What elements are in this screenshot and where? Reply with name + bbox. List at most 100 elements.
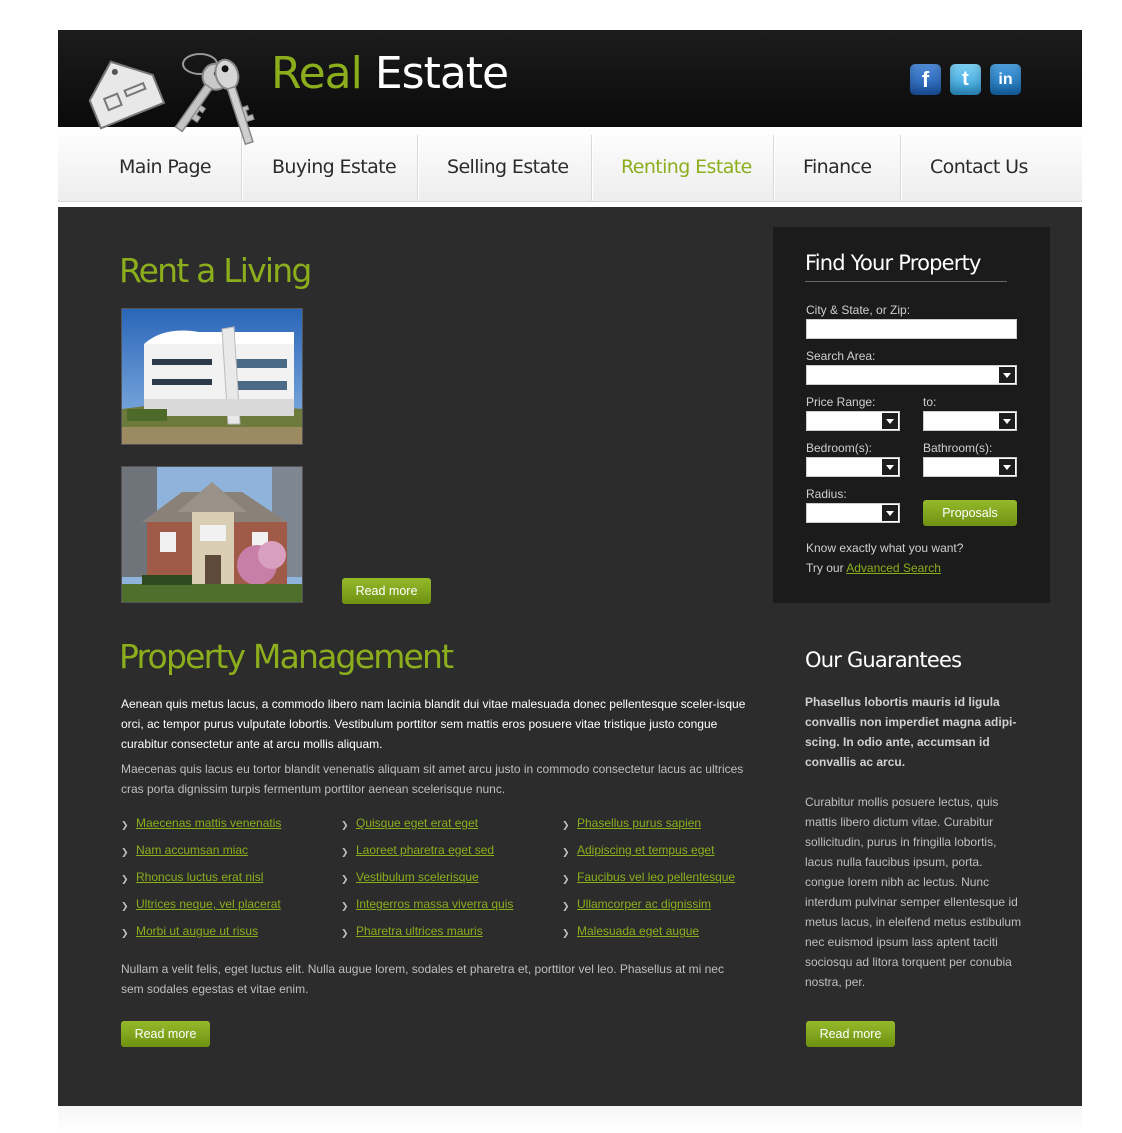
bathrooms-label: Bathroom(s):	[923, 441, 993, 455]
nav-contact-us[interactable]: Contact Us	[930, 127, 1028, 202]
linkedin-icon[interactable]: in	[990, 64, 1021, 95]
list-item: ❯ Malesuada eget augue	[562, 924, 735, 951]
arrow-right-icon: ❯	[121, 901, 129, 911]
list-item: ❯ Ultrices neque, vel placerat	[121, 897, 281, 924]
list-link[interactable]: Vestibulum scelerisque	[356, 870, 479, 884]
footer	[58, 1106, 1082, 1133]
twitter-icon[interactable]: t	[950, 64, 981, 95]
keys-logo-icon	[88, 53, 255, 146]
arrow-right-icon: ❯	[562, 901, 570, 911]
list-link[interactable]: Quisque eget erat eget	[356, 816, 478, 830]
list-item: ❯ Pharetra ultrices mauris	[341, 924, 513, 951]
arrow-right-icon: ❯	[341, 874, 349, 884]
city-label: City & State, or Zip:	[806, 303, 911, 317]
list-link[interactable]: Phasellus purus sapien	[577, 816, 701, 830]
link-column-3: ❯ Phasellus purus sapien ❯ Adipiscing et t…	[562, 816, 735, 951]
arrow-right-icon: ❯	[341, 928, 349, 938]
list-item: ❯ Laoreet pharetra eget sed	[341, 843, 513, 870]
find-note-text: Know exactly what you want?	[806, 541, 964, 555]
advanced-search-link[interactable]: Advanced Search	[846, 561, 941, 575]
logo-word-real: Real	[271, 48, 363, 99]
list-link[interactable]: Ullamcorper ac dignissim	[577, 897, 711, 911]
management-closing-text: Nullam a velit felis, eget luctus elit. …	[121, 962, 724, 996]
arrow-right-icon: ❯	[341, 901, 349, 911]
advanced-search-prefix: Try our	[806, 561, 844, 575]
logo-word-estate: Estate	[374, 48, 509, 99]
arrow-right-icon: ❯	[562, 820, 570, 830]
arrow-right-icon: ❯	[121, 820, 129, 830]
list-link[interactable]: Morbi ut augue ut risus	[136, 924, 258, 938]
list-link[interactable]: Nam accumsan miac	[136, 843, 248, 857]
advanced-search-line: Try our Advanced Search	[806, 561, 941, 575]
nav-separator	[900, 135, 901, 201]
rent-read-more-button[interactable]: Read more	[342, 578, 431, 604]
management-secondary-text: Maecenas quis lacus eu tortor blandit ve…	[121, 762, 744, 796]
rent-photo-brick-house[interactable]	[121, 466, 303, 603]
list-link[interactable]: Pharetra ultrices mauris	[356, 924, 483, 938]
price-max-select[interactable]	[923, 411, 1017, 431]
nav-renting-estate[interactable]: Renting Estate	[621, 127, 752, 202]
radius-select[interactable]	[806, 503, 900, 523]
guarantees-lead-text: Phasellus lobortis mauris id ligula conv…	[805, 695, 1017, 769]
chevron-down-icon	[999, 459, 1015, 475]
list-item: ❯ Morbi ut augue ut risus	[121, 924, 281, 951]
bathrooms-select[interactable]	[923, 457, 1017, 477]
list-item: ❯ Nam accumsan miac	[121, 843, 281, 870]
list-item: ❯ Faucibus vel leo pellentesque	[562, 870, 735, 897]
list-link[interactable]: Integerros massa viverra quis	[356, 897, 513, 911]
chevron-down-icon	[882, 413, 898, 429]
proposals-button[interactable]: Proposals	[923, 500, 1017, 526]
arrow-right-icon: ❯	[341, 820, 349, 830]
rent-photo-modern-house[interactable]	[121, 308, 303, 445]
list-link[interactable]: Faucibus vel leo pellentesque	[577, 870, 735, 884]
link-column-2: ❯ Quisque eget erat eget ❯ Laoreet pharetr…	[341, 816, 513, 951]
chevron-down-icon	[999, 413, 1015, 429]
site: Real Estate f t in Main Page Buying Esta…	[58, 30, 1082, 1107]
price-range-label: Price Range:	[806, 395, 876, 409]
list-link[interactable]: Rhoncus luctus erat nisl	[136, 870, 263, 884]
bedrooms-label: Bedroom(s):	[806, 441, 873, 455]
chevron-down-icon	[999, 367, 1015, 383]
chevron-down-icon	[882, 459, 898, 475]
list-link[interactable]: Ultrices neque, vel placerat	[136, 897, 281, 911]
list-link[interactable]: Laoreet pharetra eget sed	[356, 843, 494, 857]
price-to-label: to:	[923, 395, 937, 409]
list-item: ❯ Rhoncus luctus erat nisl	[121, 870, 281, 897]
list-link[interactable]: Malesuada eget augue	[577, 924, 699, 938]
arrow-right-icon: ❯	[121, 874, 129, 884]
nav-separator	[773, 135, 774, 201]
chevron-down-icon	[882, 505, 898, 521]
link-column-1: ❯ Maecenas mattis venenatis ❯ Nam accumsan…	[121, 816, 281, 951]
find-property-panel: Find Your Property City & State, or Zip:…	[773, 227, 1050, 603]
facebook-icon[interactable]: f	[910, 64, 941, 95]
rent-title: Rent a Living	[119, 251, 312, 290]
arrow-right-icon: ❯	[562, 847, 570, 857]
search-area-select[interactable]	[806, 365, 1017, 385]
arrow-right-icon: ❯	[341, 847, 349, 857]
find-property-title: Find Your Property	[805, 251, 1007, 282]
arrow-right-icon: ❯	[562, 928, 570, 938]
nav-selling-estate[interactable]: Selling Estate	[447, 127, 569, 202]
guarantees-title: Our Guarantees	[805, 648, 962, 672]
nav-finance[interactable]: Finance	[803, 127, 872, 202]
arrow-right-icon: ❯	[121, 928, 129, 938]
guarantees-body-text: Curabitur mollis posuere lectus, quis ma…	[805, 795, 1022, 989]
management-title: Property Management	[119, 637, 454, 676]
list-item: ❯ Quisque eget erat eget	[341, 816, 513, 843]
city-input[interactable]	[806, 319, 1017, 339]
price-min-select[interactable]	[806, 411, 900, 431]
radius-label: Radius:	[806, 487, 847, 501]
list-item: ❯ Adipiscing et tempus eget	[562, 843, 735, 870]
arrow-right-icon: ❯	[562, 874, 570, 884]
list-item: ❯ Maecenas mattis venenatis	[121, 816, 281, 843]
nav-separator	[417, 135, 418, 201]
management-read-more-button[interactable]: Read more	[121, 1021, 210, 1047]
list-link[interactable]: Maecenas mattis venenatis	[136, 816, 281, 830]
site-logo[interactable]: Real Estate	[271, 52, 509, 96]
nav-buying-estate[interactable]: Buying Estate	[272, 127, 397, 202]
guarantees-read-more-button[interactable]: Read more	[806, 1021, 895, 1047]
search-area-label: Search Area:	[806, 349, 876, 363]
list-link[interactable]: Adipiscing et tempus eget	[577, 843, 714, 857]
list-item: ❯ Vestibulum scelerisque	[341, 870, 513, 897]
bedrooms-select[interactable]	[806, 457, 900, 477]
